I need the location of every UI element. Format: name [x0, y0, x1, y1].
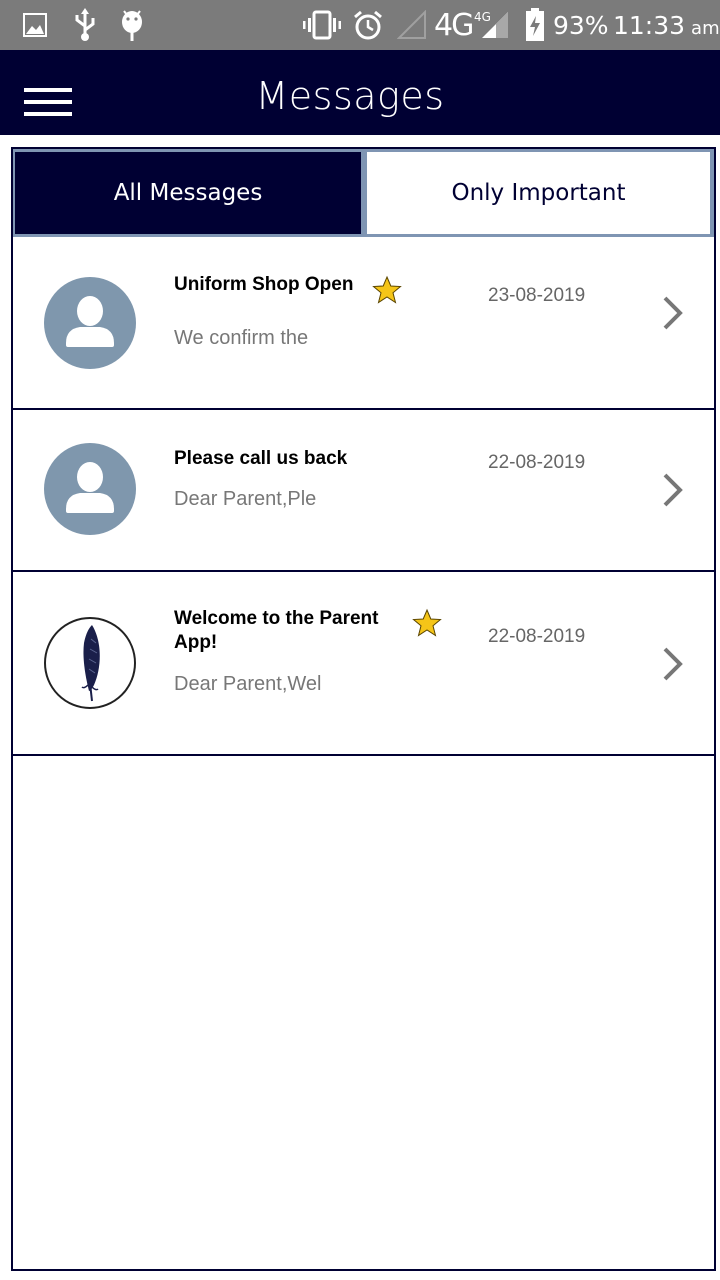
feather-icon — [81, 625, 100, 702]
message-row[interactable]: Please call us back Dear Parent,Ple 22-0… — [13, 410, 714, 572]
network-label: 4G — [434, 7, 474, 43]
vibrate-icon — [303, 0, 341, 50]
important-star-icon — [372, 275, 402, 304]
page-title: Messages — [255, 74, 445, 118]
default-user-avatar — [44, 277, 136, 369]
chevron-right-icon — [663, 647, 683, 681]
message-preview: Dear Parent,Ple — [174, 488, 317, 510]
message-date: 23-08-2019 — [488, 285, 586, 306]
image-icon — [22, 0, 48, 50]
clock-suffix: am — [691, 17, 720, 39]
message-filter-tabs: All Messages Only Important — [13, 149, 714, 237]
user-icon — [66, 462, 114, 513]
battery-percent: 93% — [553, 10, 609, 40]
tab-all-messages[interactable]: All Messages — [15, 152, 361, 234]
message-title-line2: App! — [174, 632, 218, 653]
message-title-line1: Welcome to the Parent — [174, 608, 379, 629]
app-bar: Messages — [0, 50, 720, 135]
important-star-icon — [412, 608, 442, 637]
message-preview: Dear Parent,Wel — [174, 673, 322, 695]
chevron-right-icon — [663, 296, 683, 330]
usb-icon — [72, 0, 98, 50]
status-bar: 4G 4G 93% 11:33 am — [0, 0, 720, 50]
message-row[interactable]: Uniform Shop Open We confirm the 23-08-2… — [13, 237, 714, 410]
clock-time: 11:33 — [613, 10, 686, 40]
feather-logo-avatar — [44, 617, 136, 709]
message-title: Please call us back — [174, 448, 348, 469]
message-row[interactable]: Welcome to the Parent App! Dear Parent,W… — [13, 572, 714, 756]
message-title: Welcome to the Parent App! — [174, 607, 378, 655]
battery-charging-icon — [525, 0, 545, 50]
android-debug-icon — [119, 0, 145, 50]
network-type: 4G — [434, 0, 474, 50]
tab-only-important[interactable]: Only Important — [367, 152, 710, 234]
default-user-avatar — [44, 443, 136, 535]
signal-icon — [480, 0, 510, 50]
message-date: 22-08-2019 — [488, 626, 586, 647]
message-title: Uniform Shop Open — [174, 274, 354, 295]
chevron-right-icon — [663, 473, 683, 507]
messages-container: All Messages Only Important Uniform Shop… — [11, 147, 716, 1271]
message-date: 22-08-2019 — [488, 452, 586, 473]
alarm-icon — [352, 0, 384, 50]
message-preview: We confirm the — [174, 327, 309, 349]
user-icon — [66, 296, 114, 347]
signal-empty-icon — [397, 0, 427, 50]
